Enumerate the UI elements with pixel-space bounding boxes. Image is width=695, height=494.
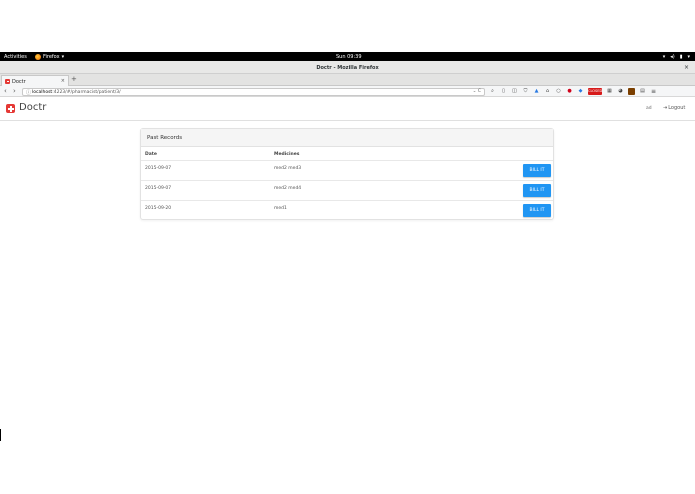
tab-label: Doctr — [12, 78, 26, 85]
power-menu-icon: ▾ — [687, 53, 690, 60]
logout-icon: ⇥ — [663, 105, 668, 111]
menu-icon[interactable]: ≡ — [650, 88, 657, 95]
toolbar-icons: ⌕ ▯ ◫ ⛉ ▲ ⌂ ○ ● ◆ CLOSED ▦ ◕ ▤ ≡ — [489, 88, 657, 95]
window-close-button[interactable]: × — [684, 64, 689, 71]
home-icon[interactable]: ⌂ — [544, 88, 551, 95]
record-icon[interactable]: ● — [566, 88, 573, 95]
gnome-top-bar: Activities Firefox ▾ Sun 09:39 ▾ ◂) ▮ ▾ — [0, 52, 695, 61]
record-medicines: med1 — [274, 206, 287, 211]
user-link[interactable]: ad — [646, 106, 652, 111]
sidebar-icon[interactable]: ▤ — [639, 88, 646, 95]
app-menu[interactable]: Firefox ▾ — [35, 53, 65, 60]
tab-strip: Doctr × + — [0, 74, 695, 86]
navigation-toolbar: ‹ › ⓘ localhost:4223/#/pharmacist/patien… — [0, 86, 695, 97]
chevron-down-icon: ▾ — [61, 53, 65, 60]
reload-icon[interactable]: ⌄ C — [473, 89, 481, 94]
reader-icon[interactable]: ◫ — [511, 88, 518, 95]
bill-it-button[interactable]: BILL IT — [523, 184, 551, 197]
grid-icon[interactable]: ▦ — [606, 88, 613, 95]
bookmarks-icon[interactable]: ▯ — [500, 88, 507, 95]
forward-button[interactable]: › — [13, 87, 16, 95]
past-records-panel: Past Records Date Medicines 2015-09-07 m… — [140, 128, 554, 220]
network-icon: ▾ — [662, 53, 666, 60]
url-text: localhost:4223/#/pharmacist/patient/3/ — [32, 90, 121, 95]
record-date: 2015-09-20 — [145, 206, 172, 211]
window-titlebar: Doctr - Mozilla Firefox × — [0, 61, 695, 74]
favicon-icon — [5, 78, 10, 84]
brand-name[interactable]: Doctr — [19, 102, 46, 113]
record-medicines: med2 med3 — [274, 166, 302, 171]
box-icon[interactable] — [628, 88, 635, 95]
record-medicines: med2 med4 — [274, 186, 302, 191]
url-path: :4223/#/pharmacist/patient/3/ — [52, 89, 121, 95]
search-icon[interactable]: ⌕ — [489, 88, 496, 95]
record-date: 2015-09-07 — [145, 166, 172, 171]
site-info-icon[interactable]: ⓘ — [26, 89, 31, 96]
battery-icon: ▮ — [679, 53, 683, 60]
column-header-date: Date — [145, 152, 157, 157]
activities-button[interactable]: Activities — [4, 54, 27, 60]
logout-button[interactable]: ⇥ Logout — [663, 105, 685, 111]
record-date: 2015-09-07 — [145, 186, 172, 191]
text-cursor — [0, 429, 1, 441]
desktop-blank-area — [0, 0, 695, 52]
bill-it-button[interactable]: BILL IT — [523, 164, 551, 177]
tab-doctr[interactable]: Doctr × — [1, 75, 69, 86]
pocket-icon[interactable]: ⛉ — [522, 88, 529, 95]
url-bar[interactable]: ⓘ localhost:4223/#/pharmacist/patient/3/… — [22, 87, 485, 96]
new-tab-button[interactable]: + — [71, 75, 77, 83]
panel-heading: Past Records — [141, 129, 553, 147]
app-header: Doctr ad ⇥ Logout — [0, 98, 695, 121]
table-row: 2015-09-07 med2 med3 BILL IT — [141, 160, 553, 180]
url-host: localhost — [32, 89, 53, 95]
table-row: 2015-09-20 med1 BILL IT — [141, 200, 553, 220]
paint-icon[interactable]: ◕ — [617, 88, 624, 95]
shield-icon[interactable]: ◆ — [577, 88, 584, 95]
tab-close-icon[interactable]: × — [61, 78, 65, 84]
column-header-medicines: Medicines — [274, 152, 300, 157]
app-menu-label: Firefox — [43, 53, 60, 60]
clock[interactable]: Sun 09:39 — [336, 54, 362, 60]
bill-it-button[interactable]: BILL IT — [523, 204, 551, 217]
extension-icon[interactable]: ▲ — [533, 88, 540, 95]
chat-icon[interactable]: ○ — [555, 88, 562, 95]
volume-icon: ◂) — [670, 53, 675, 60]
medical-cross-icon — [6, 104, 15, 113]
table-row: 2015-09-07 med2 med4 BILL IT — [141, 180, 553, 200]
back-button[interactable]: ‹ — [4, 87, 7, 95]
extension-badge[interactable]: CLOSED — [588, 88, 602, 95]
system-tray[interactable]: ▾ ◂) ▮ ▾ — [663, 54, 690, 60]
logout-label: Logout — [668, 105, 686, 111]
firefox-icon — [35, 53, 41, 60]
window-title: Doctr - Mozilla Firefox — [316, 65, 379, 71]
